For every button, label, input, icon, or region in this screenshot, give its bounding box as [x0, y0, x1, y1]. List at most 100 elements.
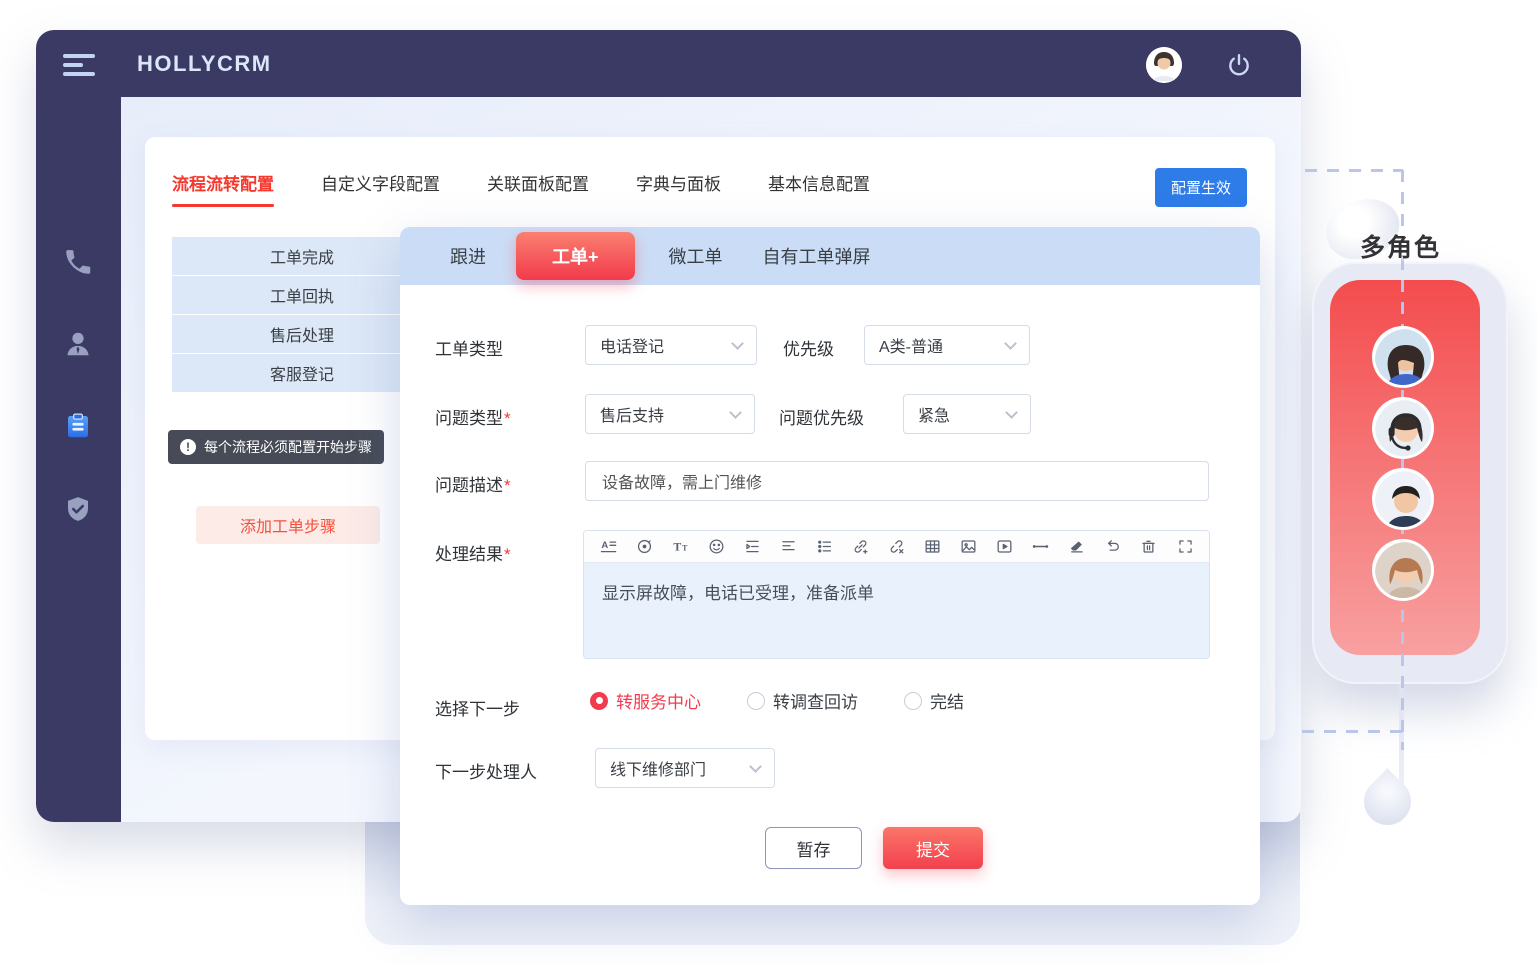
- chevron-down-icon: [731, 337, 744, 350]
- priority-select[interactable]: A类-普通: [864, 325, 1030, 365]
- screen: HOLLYCRM: [0, 0, 1537, 964]
- ticket-type-select[interactable]: 电话登记: [585, 325, 757, 365]
- dashed-line-bottom: [1302, 730, 1403, 733]
- ticket-type-label: 工单类型: [435, 335, 503, 360]
- exclamation-icon: !: [180, 439, 196, 455]
- page-tab-4[interactable]: 基本信息配置: [768, 170, 870, 207]
- video-icon[interactable]: [995, 537, 1015, 557]
- user-avatar-photo: [1146, 47, 1182, 83]
- next-handler-value: 线下维修部门: [610, 756, 706, 780]
- next-step-label: 选择下一步: [435, 695, 520, 720]
- modal-tab-1[interactable]: 工单+: [516, 232, 635, 280]
- issue-priority-value: 紧急: [918, 402, 950, 426]
- agent-female-avatar: [1372, 326, 1434, 388]
- chevron-down-icon: [749, 760, 762, 773]
- issue-type-select[interactable]: 售后支持: [585, 394, 755, 434]
- page-tabs: 流程流转配置 自定义字段配置 关联面板配置 字典与面板 基本信息配置: [172, 170, 870, 207]
- trash-icon[interactable]: [1139, 537, 1159, 557]
- step-row-0[interactable]: 工单完成: [172, 237, 432, 276]
- horizontal-rule-icon[interactable]: [1031, 537, 1051, 557]
- modal-tabs: 跟进 工单+ 微工单 自有工单弹屏: [400, 227, 1260, 285]
- next-step-option-2[interactable]: 完结: [904, 688, 964, 713]
- modal-tab-2[interactable]: 微工单: [669, 243, 723, 269]
- issue-priority-label: 问题优先级: [779, 404, 864, 429]
- bullet-list-icon[interactable]: [814, 537, 834, 557]
- clipboard-icon[interactable]: [63, 411, 95, 443]
- undo-icon[interactable]: [1103, 537, 1123, 557]
- next-step-option-1[interactable]: 转调查回访: [747, 688, 858, 713]
- radio-icon[interactable]: [747, 692, 765, 710]
- next-handler-label: 下一步处理人: [435, 758, 537, 783]
- user-avatar[interactable]: [1146, 47, 1182, 83]
- svg-text:T: T: [682, 543, 688, 552]
- issue-type-label: 问题类型*: [435, 404, 511, 429]
- manager-male-avatar: [1372, 468, 1434, 530]
- align-left-icon[interactable]: [778, 537, 798, 557]
- step-row-2[interactable]: 售后处理: [172, 315, 432, 354]
- editor-content[interactable]: 显示屏故障，电话已受理，准备派单: [584, 563, 1209, 658]
- step-row-1[interactable]: 工单回执: [172, 276, 432, 315]
- step-row-3[interactable]: 客服登记: [172, 354, 432, 393]
- multi-role-label: 多角色: [1360, 228, 1441, 264]
- next-step-radio-group: 转服务中心 转调查回访 完结: [590, 688, 964, 713]
- power-icon[interactable]: [1226, 52, 1252, 78]
- page-tab-1[interactable]: 自定义字段配置: [321, 170, 440, 207]
- chevron-down-icon: [1004, 337, 1017, 350]
- hamburger-icon[interactable]: [63, 54, 97, 74]
- modal-tab-3[interactable]: 自有工单弹屏: [763, 243, 871, 269]
- svg-text:T: T: [673, 539, 681, 553]
- result-label: 处理结果*: [435, 540, 511, 565]
- radio-label: 完结: [930, 688, 964, 713]
- agent-headset-avatar: [1372, 397, 1434, 459]
- priority-label: 优先级: [783, 335, 834, 360]
- phone-icon[interactable]: [63, 247, 95, 279]
- radio-icon[interactable]: [590, 692, 608, 710]
- eraser-icon[interactable]: [1067, 537, 1087, 557]
- radio-label: 转调查回访: [773, 688, 858, 713]
- radio-label: 转服务中心: [616, 688, 701, 713]
- text-format-icon[interactable]: A: [598, 537, 618, 557]
- remove-link-icon[interactable]: [887, 537, 907, 557]
- step-list: 工单完成工单回执售后处理客服登记: [172, 237, 432, 393]
- issue-priority-select[interactable]: 紧急: [903, 394, 1031, 434]
- required-mark: *: [504, 409, 511, 428]
- page-tab-3[interactable]: 字典与面板: [636, 170, 721, 207]
- page-tab-0[interactable]: 流程流转配置: [172, 170, 274, 207]
- fullscreen-icon[interactable]: [1175, 537, 1195, 557]
- apply-config-button[interactable]: 配置生效: [1155, 168, 1247, 207]
- issue-desc-input[interactable]: [585, 461, 1209, 501]
- dashed-line-top: [1305, 169, 1403, 172]
- indent-icon[interactable]: [742, 537, 762, 557]
- customer-female-avatar: [1372, 539, 1434, 601]
- next-handler-select[interactable]: 线下维修部门: [595, 748, 775, 788]
- next-step-option-0[interactable]: 转服务中心: [590, 688, 701, 713]
- radio-icon[interactable]: [904, 692, 922, 710]
- table-icon[interactable]: [923, 537, 943, 557]
- chevron-down-icon: [1005, 406, 1018, 419]
- required-mark: *: [504, 476, 511, 495]
- emoji-icon[interactable]: [706, 537, 726, 557]
- user-icon[interactable]: [63, 329, 95, 361]
- font-size-icon[interactable]: TT: [670, 537, 690, 557]
- ticket-modal: 跟进 工单+ 微工单 自有工单弹屏 工单类型 电话登记 优先级 A类-普通 问题类型*…: [400, 227, 1260, 905]
- color-palette-icon[interactable]: [634, 537, 654, 557]
- save-draft-button[interactable]: 暂存: [765, 827, 862, 869]
- submit-button[interactable]: 提交: [883, 827, 983, 869]
- insert-link-icon[interactable]: [850, 537, 870, 557]
- shield-check-icon[interactable]: [63, 494, 95, 526]
- svg-text:A: A: [601, 540, 608, 551]
- page-tab-2[interactable]: 关联面板配置: [487, 170, 589, 207]
- editor-toolbar: A TT: [584, 531, 1209, 563]
- modal-tab-0[interactable]: 跟进: [450, 243, 486, 269]
- add-step-button[interactable]: 添加工单步骤: [196, 506, 380, 544]
- brand-logo: HOLLYCRM: [137, 51, 272, 77]
- issue-desc-label: 问题描述*: [435, 471, 511, 496]
- chevron-down-icon: [729, 406, 742, 419]
- ticket-type-value: 电话登记: [600, 333, 664, 357]
- hint-tooltip: ! 每个流程必须配置开始步骤: [168, 430, 384, 464]
- rich-text-editor: A TT 显示屏故障，电话已受理，准备派单: [583, 530, 1210, 659]
- water-drop-shape: [1354, 768, 1420, 834]
- image-icon[interactable]: [959, 537, 979, 557]
- issue-type-value: 售后支持: [600, 402, 664, 426]
- required-mark: *: [504, 545, 511, 564]
